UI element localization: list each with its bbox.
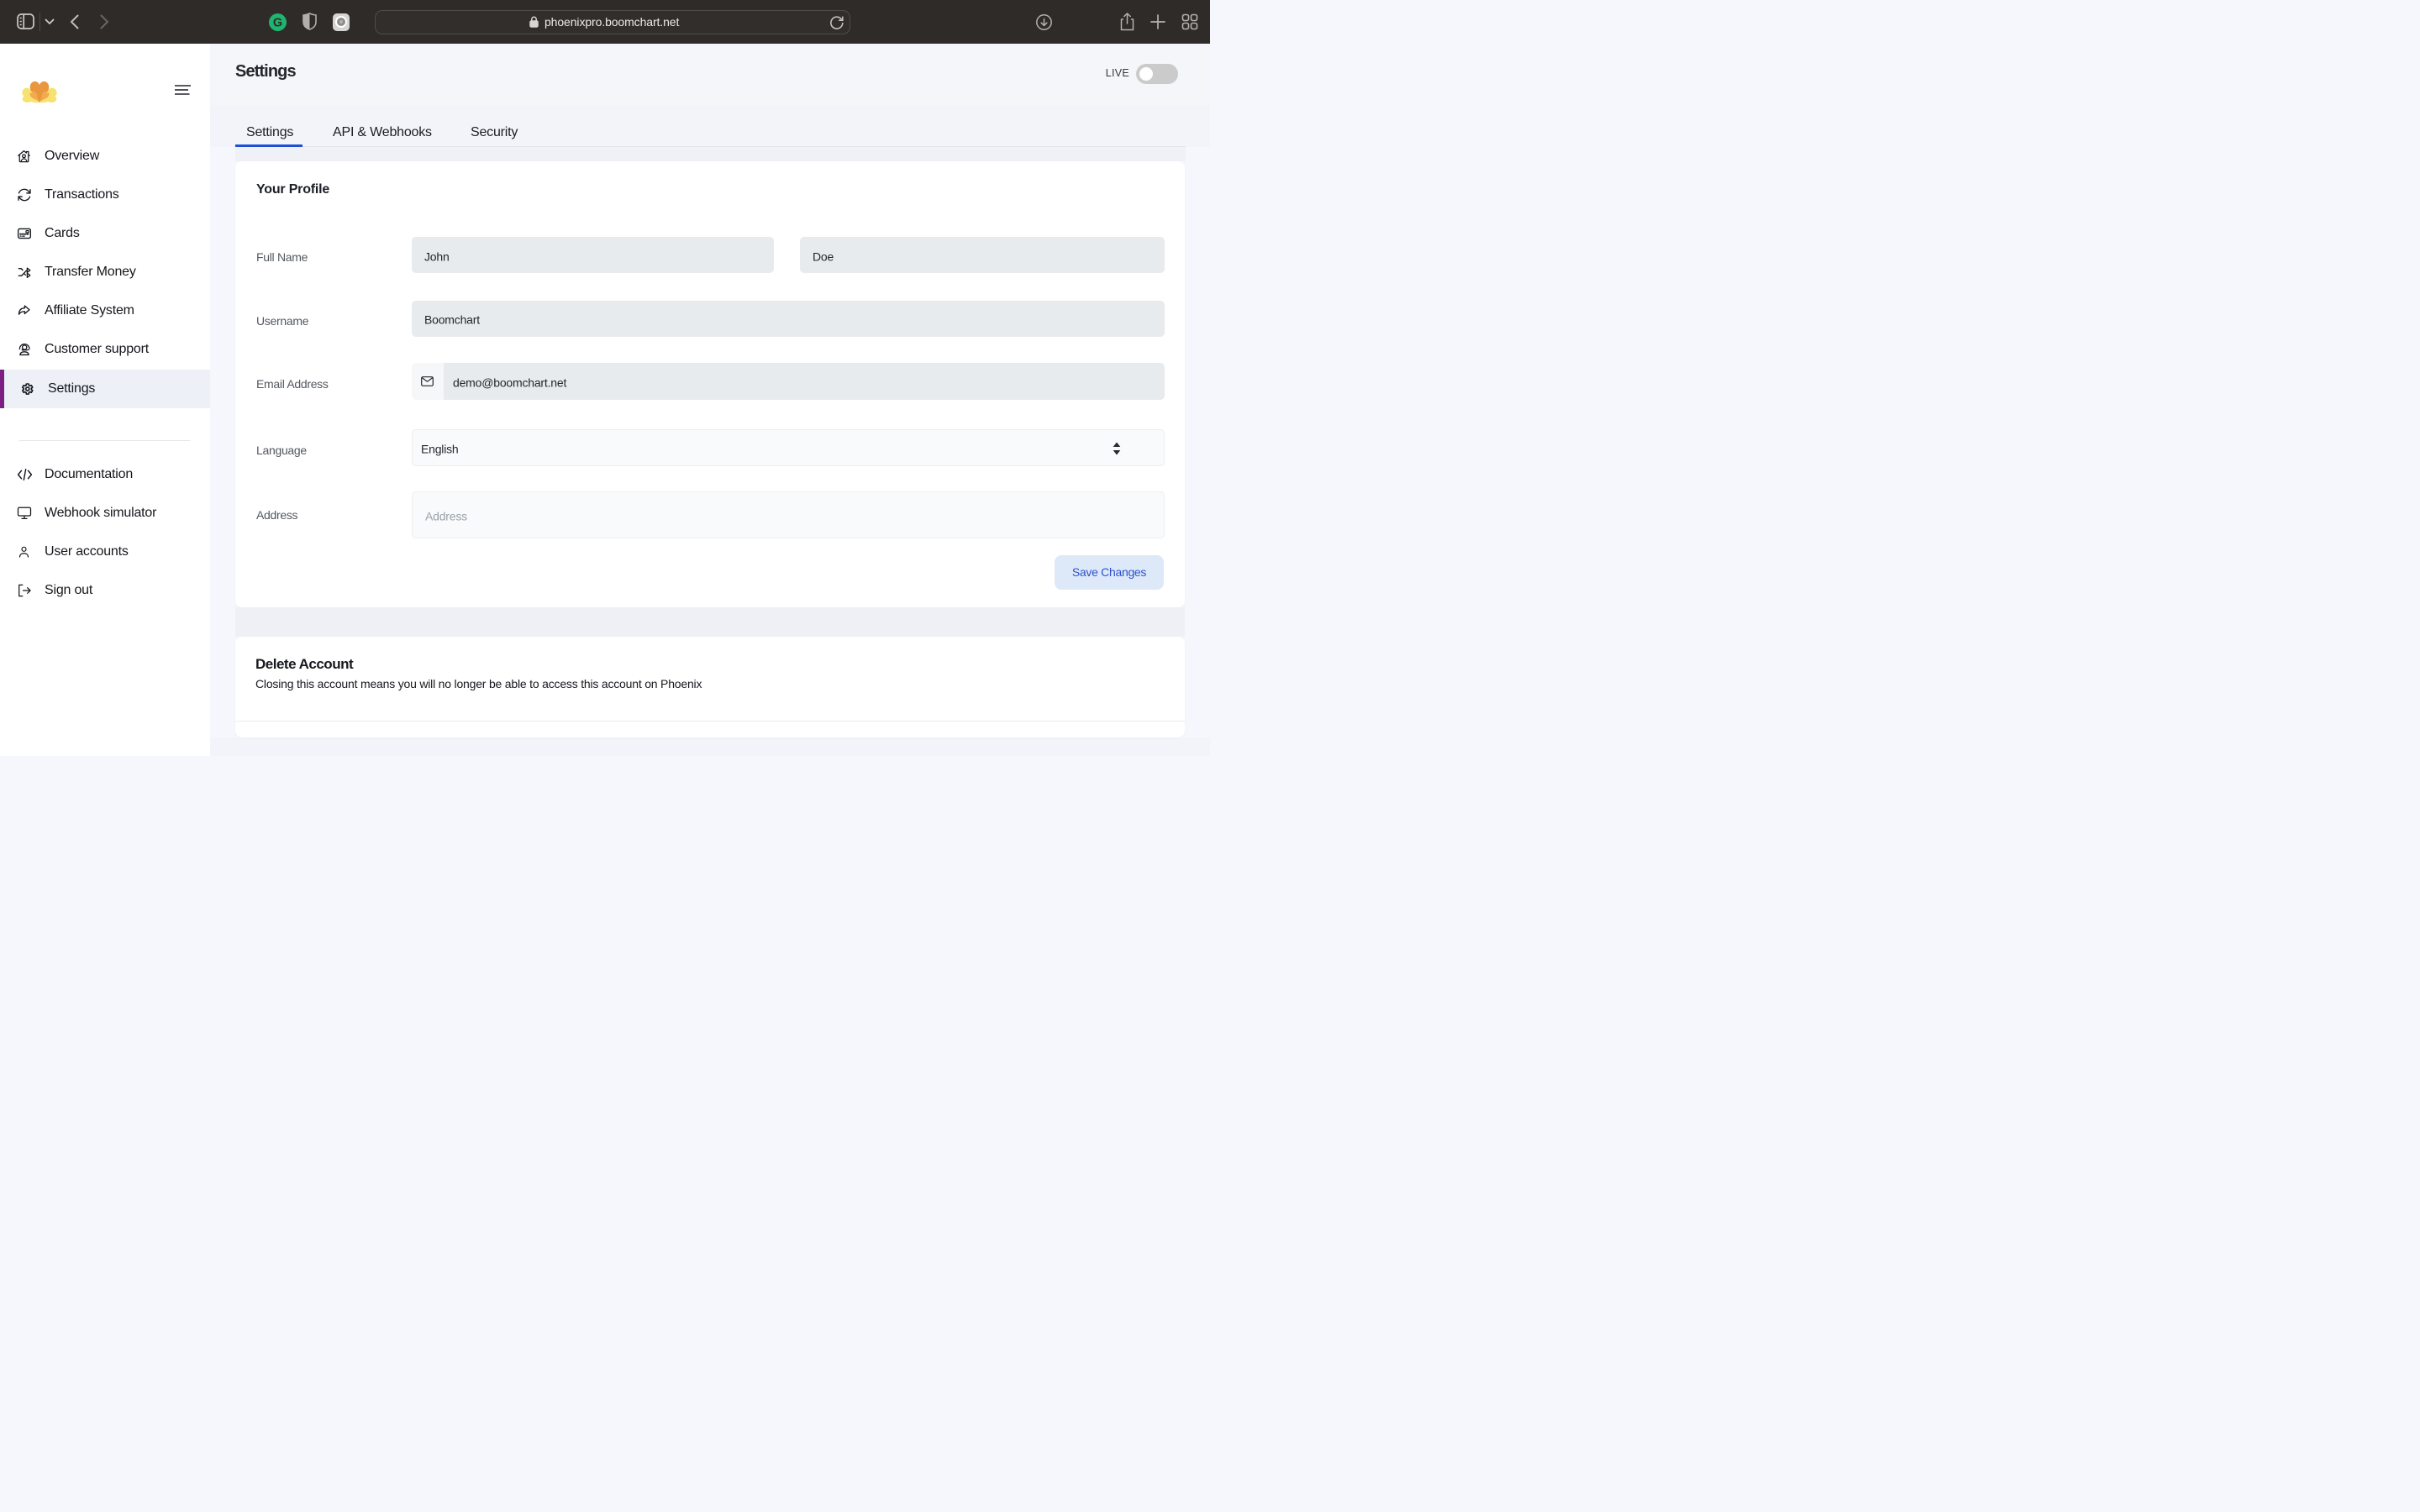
svg-text:G: G: [273, 16, 282, 29]
